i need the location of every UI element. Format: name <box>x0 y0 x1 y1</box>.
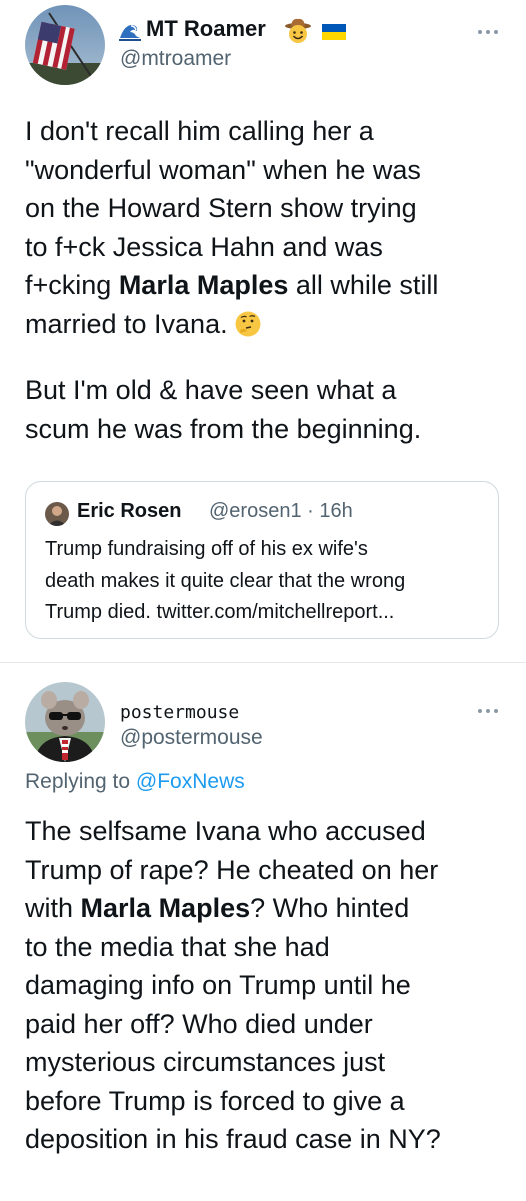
quoted-handle-time: @erosen1 · 16h <box>209 500 353 522</box>
water-wave-icon <box>118 20 142 42</box>
text-line: Trump died. twitter.com/mitchellreport..… <box>45 601 395 623</box>
text-line: f+cking Marla Maples all while still <box>25 270 439 300</box>
text-line: scum he was from the beginning. <box>25 413 422 444</box>
tweet-postermouse: postermouse @postermouse Replying to @Fo… <box>0 664 526 1201</box>
quoted-text: Trump fundraising off of his ex wife's d… <box>45 534 405 629</box>
text-line: death makes it quite clear that the wron… <box>45 569 406 592</box>
quoted-display-name: Eric Rosen <box>77 500 182 522</box>
text-line: to the media that she had <box>25 931 330 962</box>
text-line: damaging info on Trump until he <box>25 970 411 1000</box>
quoted-tweet[interactable]: Eric Rosen @erosen1 · 16h Trump fundrais… <box>25 481 499 639</box>
bold-name: Marla Maples <box>80 893 251 923</box>
text-line: mysterious circumstances just <box>25 1047 386 1077</box>
text-line: paid her off? Who died under <box>25 1008 373 1039</box>
text-line: married to Ivana. <box>25 305 515 344</box>
more-options-icon[interactable] <box>476 28 500 36</box>
more-options-icon[interactable] <box>476 707 500 715</box>
replying-to-link[interactable]: @FoxNews <box>136 770 245 793</box>
text-line: The selfsame Ivana who accused <box>25 816 426 846</box>
display-name[interactable]: MT Roamer <box>146 16 266 42</box>
avatar-postermouse[interactable] <box>25 682 105 762</box>
tweet-mtroamer: MT Roamer @mtroamer I don't recall him c… <box>0 0 526 662</box>
quoted-avatar <box>45 502 69 526</box>
tweet-text: The selfsame Ivana who accused Trump of … <box>25 812 515 1159</box>
text-line: Trump fundraising off of his ex wife's <box>45 538 368 560</box>
tweet-divider <box>0 662 526 663</box>
display-name[interactable]: postermouse <box>120 702 239 723</box>
tweet-text-second-paragraph: But I'm old & have seen what a scum he w… <box>25 371 515 448</box>
text-line: deposition in his fraud case in NY? <box>25 1124 441 1154</box>
text-line: with Marla Maples? Who hinted <box>25 893 410 923</box>
text-line: on the Howard Stern show trying <box>25 193 417 223</box>
text-line: But I'm old & have seen what a <box>25 375 397 405</box>
ukraine-flag-icon <box>322 24 346 40</box>
text-line: to f+ck Jessica Hahn and was <box>25 231 383 262</box>
text-line: "wonderful woman" when he was <box>25 154 421 185</box>
replying-to: Replying to @FoxNews <box>25 770 245 793</box>
avatar-mtroamer[interactable] <box>25 5 105 85</box>
handle[interactable]: @mtroamer <box>120 47 231 71</box>
handle[interactable]: @postermouse <box>120 726 263 750</box>
text-line: I don't recall him calling her a <box>25 116 374 146</box>
cowboy-hat-face-icon <box>284 17 312 45</box>
thinking-face-icon <box>234 310 262 338</box>
tweet-text: I don't recall him calling her a "wonder… <box>25 112 515 343</box>
bold-name: Marla Maples <box>118 270 289 300</box>
text-line: before Trump is forced to give a <box>25 1085 405 1116</box>
text-line: Trump of rape? He cheated on her <box>25 854 439 885</box>
